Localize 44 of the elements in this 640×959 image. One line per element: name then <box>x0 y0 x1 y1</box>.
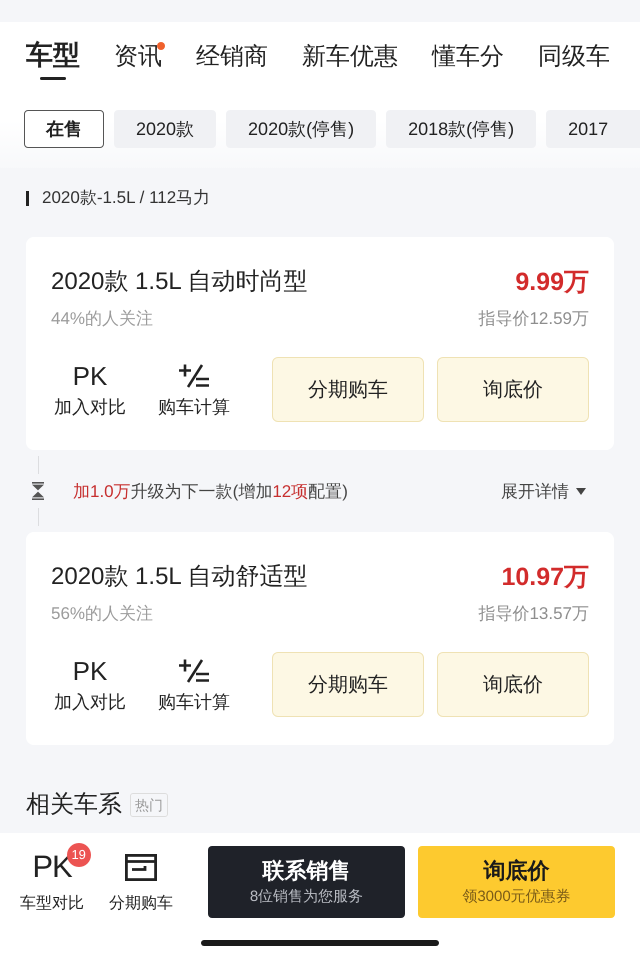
filter-chip[interactable]: 在售 <box>24 110 104 148</box>
add-to-compare-button[interactable]: PK 加入对比 <box>51 360 129 418</box>
accent-bar-icon <box>26 190 29 206</box>
collapse-arrows-icon <box>32 482 44 500</box>
follow-rate: 56%的人关注 <box>51 603 154 625</box>
plus-slash-equals-icon <box>179 364 209 388</box>
add-to-compare-button[interactable]: PK 加入对比 <box>51 656 129 714</box>
tab[interactable]: 资讯 <box>114 40 162 82</box>
price-inquiry-button[interactable]: 询底价 <box>437 357 589 422</box>
filter-chip[interactable]: 2017 <box>546 110 640 148</box>
installment-button[interactable]: 分期购车 <box>272 652 424 717</box>
installment-button[interactable]: 分期购车 <box>101 842 181 914</box>
trim-name: 2020款 1.5L 自动时尚型 <box>51 267 308 297</box>
filter-chip[interactable]: 2020款(停售) <box>226 110 376 148</box>
installment-button[interactable]: 分期购车 <box>272 357 424 422</box>
guide-price: 指导价12.59万 <box>478 308 589 330</box>
hot-tag: 热门 <box>130 793 168 817</box>
related-title: 相关车系 <box>26 790 122 820</box>
contact-sales-button[interactable]: 联系销售 8位销售为您服务 <box>208 846 405 918</box>
section-title: 2020款-1.5L / 112马力 <box>42 187 210 209</box>
upgrade-hint: 加1.0万升级为下一款(增加12项配置) <box>73 480 348 502</box>
tab[interactable]: 车型 <box>26 38 80 80</box>
caret-icon <box>576 488 586 494</box>
guide-price: 指导价13.57万 <box>478 603 589 625</box>
trim-name: 2020款 1.5L 自动舒适型 <box>51 562 308 592</box>
discount-price: 9.99万 <box>515 267 589 297</box>
filter-chip[interactable]: 2020款 <box>114 110 216 148</box>
follow-rate: 44%的人关注 <box>51 308 154 330</box>
car-calculator-button[interactable]: 购车计算 <box>155 360 233 418</box>
filter-chip[interactable]: 2018款(停售) <box>386 110 536 148</box>
tab[interactable]: 同级车 <box>538 40 610 82</box>
card-icon <box>125 854 157 880</box>
discount-price: 10.97万 <box>501 562 589 592</box>
expand-details-button[interactable]: 展开详情 <box>501 480 586 502</box>
count-badge: 19 <box>66 843 91 867</box>
price-inquiry-button[interactable]: 询底价 领3000元优惠券 <box>418 846 615 918</box>
plus-slash-equals-icon <box>179 658 209 682</box>
pk-icon: PK <box>72 360 108 390</box>
pk-icon: PK <box>72 656 108 686</box>
tab[interactable]: 懂车分 <box>432 40 504 82</box>
tab[interactable]: 新车优惠 <box>302 40 398 82</box>
price-inquiry-button[interactable]: 询底价 <box>437 652 589 717</box>
tab[interactable]: 经销商 <box>196 40 268 82</box>
car-calculator-button[interactable]: 购车计算 <box>155 656 233 714</box>
